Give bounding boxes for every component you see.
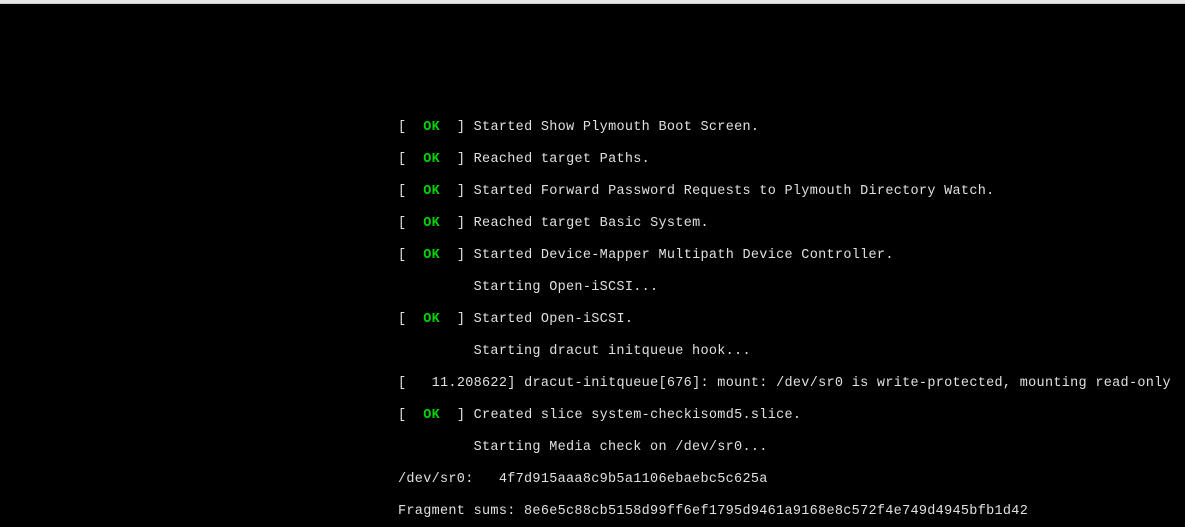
bracket-close: ]: [457, 184, 465, 199]
bracket-open: [: [398, 376, 406, 391]
boot-line: Starting dracut initqueue hook...: [398, 344, 1185, 360]
boot-line: Starting Open-iSCSI...: [398, 280, 1185, 296]
bracket-open: [: [398, 216, 406, 231]
status-ok: OK: [423, 120, 440, 135]
status-ok: OK: [423, 184, 440, 199]
boot-line: /dev/sr0: 4f7d915aaa8c9b5a1106ebaebc5c62…: [398, 472, 1185, 488]
boot-line: [ 11.208622] dracut-initqueue[676]: moun…: [398, 376, 1185, 392]
boot-line: [ OK ] Reached target Paths.: [398, 152, 1185, 168]
boot-message: Created slice system-checkisomd5.slice.: [474, 408, 802, 423]
status-ok: OK: [423, 248, 440, 263]
status-ok: OK: [423, 312, 440, 327]
boot-message: Reached target Paths.: [474, 152, 650, 167]
boot-line: [ OK ] Started Device-Mapper Multipath D…: [398, 248, 1185, 264]
boot-line: Starting Media check on /dev/sr0...: [398, 440, 1185, 456]
bracket-open: [: [398, 120, 406, 135]
bracket-close: ]: [507, 376, 515, 391]
bracket-close: ]: [457, 312, 465, 327]
kernel-timestamp: 11.208622: [432, 376, 508, 391]
boot-message: Started Open-iSCSI.: [474, 312, 634, 327]
bracket-open: [: [398, 248, 406, 263]
bracket-close: ]: [457, 248, 465, 263]
boot-message: Reached target Basic System.: [474, 216, 709, 231]
status-ok: OK: [423, 216, 440, 231]
boot-line: [ OK ] Reached target Basic System.: [398, 216, 1185, 232]
device-hash: /dev/sr0: 4f7d915aaa8c9b5a1106ebaebc5c62…: [398, 472, 768, 487]
bracket-open: [: [398, 184, 406, 199]
boot-message: Started Show Plymouth Boot Screen.: [474, 120, 760, 135]
bracket-close: ]: [457, 152, 465, 167]
boot-console: [ OK ] Started Show Plymouth Boot Screen…: [0, 4, 1185, 527]
boot-line: [ OK ] Started Forward Password Requests…: [398, 184, 1185, 200]
boot-message: Starting dracut initqueue hook...: [398, 344, 751, 359]
status-ok: OK: [423, 408, 440, 423]
boot-message: Started Forward Password Requests to Ply…: [474, 184, 995, 199]
bracket-close: ]: [457, 120, 465, 135]
boot-message: Started Device-Mapper Multipath Device C…: [474, 248, 894, 263]
fragment-sums: Fragment sums: 8e6e5c88cb5158d99ff6ef179…: [398, 504, 1028, 519]
boot-message: Starting Open-iSCSI...: [398, 280, 658, 295]
boot-message: dracut-initqueue[676]: mount: /dev/sr0 i…: [524, 376, 1171, 391]
status-ok: OK: [423, 152, 440, 167]
bracket-close: ]: [457, 408, 465, 423]
bracket-close: ]: [457, 216, 465, 231]
bracket-open: [: [398, 312, 406, 327]
boot-line: [ OK ] Started Open-iSCSI.: [398, 312, 1185, 328]
boot-line: [ OK ] Started Show Plymouth Boot Screen…: [398, 120, 1185, 136]
bracket-open: [: [398, 408, 406, 423]
boot-line: [ OK ] Created slice system-checkisomd5.…: [398, 408, 1185, 424]
bracket-open: [: [398, 152, 406, 167]
boot-message: Starting Media check on /dev/sr0...: [398, 440, 768, 455]
boot-line: Fragment sums: 8e6e5c88cb5158d99ff6ef179…: [398, 504, 1185, 520]
